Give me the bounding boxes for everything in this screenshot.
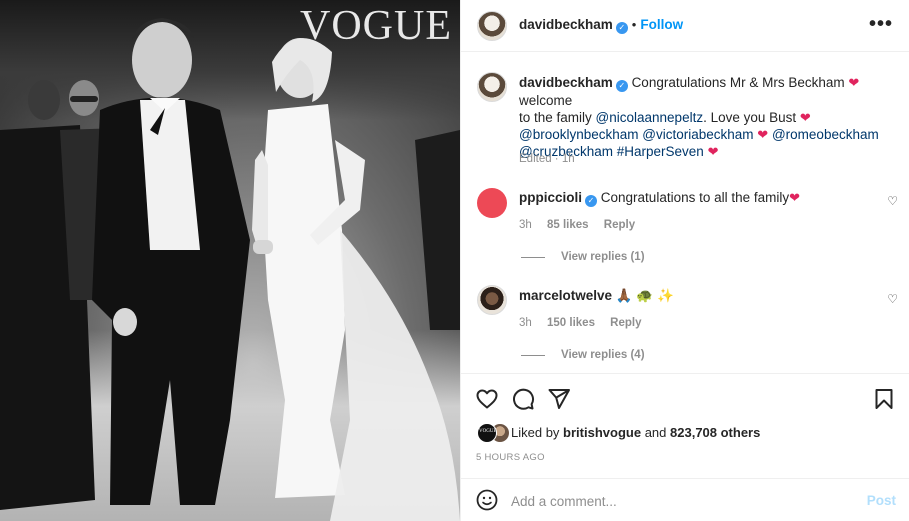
like-heart-icon[interactable] — [475, 387, 499, 411]
verified-badge-icon: ✓ — [585, 195, 598, 207]
comment-username[interactable]: marcelotwelve — [519, 288, 612, 303]
comment-time: 3h — [519, 219, 532, 231]
mention-nicola[interactable]: @nicolaannepeltz — [596, 110, 704, 125]
liker-avatar-vogue-label: VOGUE — [479, 429, 497, 434]
instagram-post: VOGUE davidbeckham ✓ • Follow ••• davidbeck… — [0, 0, 909, 521]
caption-time: 1h — [561, 153, 575, 165]
comment-meta: 3h 85 likes Reply — [519, 219, 635, 231]
liked-by-others[interactable]: 823,708 others — [670, 425, 760, 440]
caption-meta: Edited · 1h — [519, 153, 575, 165]
caption-text-3: to the family — [519, 110, 592, 125]
caption-text-4: . Love you Bust — [703, 110, 797, 125]
caption: davidbeckham ✓ Congratulations Mr & Mrs B… — [519, 74, 889, 160]
comment-bubble-icon[interactable] — [511, 387, 535, 411]
comment-avatar[interactable] — [477, 285, 507, 315]
comment-row: pppiccioli ✓ Congratulations to all the f… — [519, 189, 859, 207]
view-replies-label: View replies (4) — [561, 349, 645, 361]
view-replies-button[interactable]: View replies (4) — [521, 349, 645, 361]
vogue-watermark: VOGUE — [300, 3, 452, 49]
replies-divider — [521, 354, 545, 356]
hashtag-harper[interactable]: #HarperSeven — [617, 144, 704, 159]
caption-text-1: Congratulations Mr & Mrs Beckham — [631, 75, 845, 90]
mention-romeo[interactable]: @romeobeckham — [772, 127, 879, 142]
liked-by-and: and — [644, 425, 667, 440]
heart-emoji-icon: ❤ — [707, 144, 719, 159]
header-separator: • — [631, 17, 637, 32]
author-avatar[interactable] — [477, 11, 507, 41]
caption-text-2: welcome — [519, 93, 573, 108]
more-options-icon[interactable]: ••• — [869, 14, 893, 34]
header-user-line: davidbeckham ✓ • Follow — [519, 16, 683, 34]
heart-emoji-icon: ❤ — [799, 110, 811, 125]
heart-emoji-icon: ❤ — [757, 127, 769, 142]
comment-like-heart-icon[interactable]: ♡ — [887, 194, 898, 208]
post-header: davidbeckham ✓ • Follow ••• — [461, 0, 909, 52]
comment-box: Post — [461, 478, 909, 521]
liked-by-line: Liked by britishvogue and 823,708 others — [511, 425, 760, 440]
verified-badge-icon: ✓ — [615, 80, 628, 92]
comment-meta: 3h 150 likes Reply — [519, 317, 642, 329]
caption-username[interactable]: davidbeckham — [519, 75, 613, 90]
post-photo[interactable]: VOGUE — [0, 0, 460, 521]
photo-illustration — [0, 18, 460, 521]
liked-by-user[interactable]: britishvogue — [563, 425, 641, 440]
post-comment-button[interactable]: Post — [867, 493, 896, 508]
author-username[interactable]: davidbeckham — [519, 17, 613, 32]
comment-likes[interactable]: 150 likes — [547, 317, 595, 329]
follow-button[interactable]: Follow — [640, 17, 683, 32]
post-side-panel: davidbeckham ✓ • Follow ••• davidbeckham ✓ C… — [460, 0, 909, 521]
heart-emoji-icon: ❤ — [848, 75, 860, 90]
post-timestamp[interactable]: 5 HOURS AGO — [476, 452, 545, 463]
comment-like-heart-icon[interactable]: ♡ — [887, 292, 898, 306]
liker-avatar-vogue[interactable]: VOGUE — [477, 423, 497, 443]
comment-row: marcelotwelve 🙏🏾 🐢 ✨ — [519, 287, 859, 304]
replies-divider — [521, 256, 545, 258]
mention-victoria[interactable]: @victoriabeckham — [642, 127, 753, 142]
save-bookmark-icon[interactable] — [872, 387, 896, 411]
reply-button[interactable]: Reply — [610, 317, 641, 329]
mention-brooklyn[interactable]: @brooklynbeckham — [519, 127, 639, 142]
comment-time: 3h — [519, 317, 532, 329]
comment-text: Congratulations to all the family — [600, 190, 790, 205]
caption-avatar[interactable] — [477, 72, 507, 102]
view-replies-button[interactable]: View replies (1) — [521, 251, 645, 263]
edited-label: Edited — [519, 153, 552, 165]
reply-button[interactable]: Reply — [604, 219, 635, 231]
comment-username[interactable]: pppiccioli — [519, 190, 582, 205]
comment-avatar[interactable] — [477, 188, 507, 218]
comment-input[interactable] — [511, 491, 841, 511]
share-paper-plane-icon[interactable] — [547, 387, 571, 411]
liked-by-prefix: Liked by — [511, 425, 560, 440]
view-replies-label: View replies (1) — [561, 251, 645, 263]
verified-badge-icon: ✓ — [615, 22, 628, 34]
comment-likes[interactable]: 85 likes — [547, 219, 589, 231]
emoji-smiley-icon[interactable] — [475, 488, 499, 512]
heart-emoji-icon: ❤ — [789, 190, 801, 205]
comment-text: 🙏🏾 🐢 ✨ — [615, 288, 674, 303]
